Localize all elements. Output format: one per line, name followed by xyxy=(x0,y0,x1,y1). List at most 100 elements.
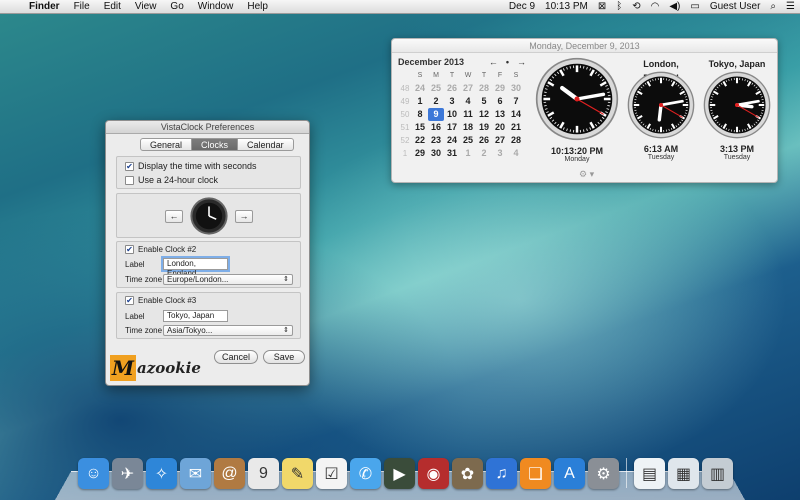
safari-icon[interactable]: ✧ xyxy=(146,458,177,489)
finder-icon[interactable]: ☺ xyxy=(78,458,109,489)
calendar-day[interactable]: 10 xyxy=(444,108,460,121)
clock-menu-icon[interactable]: ⊠ xyxy=(593,1,611,12)
calendar-day-other-month[interactable]: 27 xyxy=(460,82,476,95)
downloads-icon[interactable]: ▦ xyxy=(668,458,699,489)
facetime-icon[interactable]: ▶ xyxy=(384,458,415,489)
calendar-day-today[interactable]: 9 xyxy=(428,108,444,121)
calendar-day[interactable]: 17 xyxy=(444,121,460,134)
calendar-day[interactable]: 15 xyxy=(412,121,428,134)
calendar-day-other-month[interactable]: 25 xyxy=(428,82,444,95)
previous-style-button[interactable]: ← xyxy=(165,210,183,223)
calendar-day[interactable]: 8 xyxy=(412,108,428,121)
calendar-day[interactable]: 27 xyxy=(492,134,508,147)
calendar-day[interactable]: 24 xyxy=(444,134,460,147)
enable-clock-3-option[interactable]: ✔ Enable Clock #3 xyxy=(125,296,196,305)
enable-clock-2-option[interactable]: ✔ Enable Clock #2 xyxy=(125,245,196,254)
iphoto-icon[interactable]: ✿ xyxy=(452,458,483,489)
calendar-day[interactable]: 18 xyxy=(460,121,476,134)
calendar-icon[interactable]: 9 xyxy=(248,458,279,489)
cancel-button[interactable]: Cancel xyxy=(214,350,258,364)
calendar-day-other-month[interactable]: 2 xyxy=(476,147,492,160)
mail-icon[interactable]: ✉ xyxy=(180,458,211,489)
widget-settings-gear-icon[interactable]: ⚙ ▾ xyxy=(579,169,594,180)
notes-icon[interactable]: ✎ xyxy=(282,458,313,489)
notification-center-icon[interactable]: ☰ xyxy=(781,1,800,12)
trash-icon[interactable]: ▥ xyxy=(702,458,733,489)
calendar-day[interactable]: 3 xyxy=(444,95,460,108)
menu-file[interactable]: File xyxy=(67,1,97,12)
photo-booth-icon[interactable]: ◉ xyxy=(418,458,449,489)
volume-icon[interactable]: ◀) xyxy=(664,1,685,12)
menu-edit[interactable]: Edit xyxy=(97,1,128,12)
menu-window[interactable]: Window xyxy=(191,1,241,12)
menu-go[interactable]: Go xyxy=(163,1,190,12)
battery-icon[interactable]: ▭ xyxy=(685,1,704,12)
calendar-day[interactable]: 19 xyxy=(476,121,492,134)
menubar-date[interactable]: Dec 9 xyxy=(504,1,540,12)
calendar-day[interactable]: 4 xyxy=(460,95,476,108)
ibooks-icon[interactable]: ❑ xyxy=(520,458,551,489)
calendar-day-other-month[interactable]: 3 xyxy=(492,147,508,160)
time-machine-icon[interactable]: ⟲ xyxy=(627,1,645,12)
itunes-icon[interactable]: ♫ xyxy=(486,458,517,489)
bluetooth-icon[interactable]: ᛒ xyxy=(611,1,627,12)
next-style-button[interactable]: → xyxy=(235,210,253,223)
menubar-time[interactable]: 10:13 PM xyxy=(540,1,593,12)
calendar-day[interactable]: 26 xyxy=(476,134,492,147)
messages-icon[interactable]: ✆ xyxy=(350,458,381,489)
clock-2-timezone-select[interactable]: Europe/London... ⇕ xyxy=(163,274,293,285)
calendar-day[interactable]: 1 xyxy=(412,95,428,108)
calendar-day-other-month[interactable]: 24 xyxy=(412,82,428,95)
launchpad-icon[interactable]: ✈ xyxy=(112,458,143,489)
calendar-day-other-month[interactable]: 1 xyxy=(460,147,476,160)
use-24h-option[interactable]: Use a 24-hour clock xyxy=(125,175,218,185)
calendar-day[interactable]: 30 xyxy=(428,147,444,160)
calendar-day[interactable]: 6 xyxy=(492,95,508,108)
document-icon[interactable]: ▤ xyxy=(634,458,665,489)
calendar-day[interactable]: 5 xyxy=(476,95,492,108)
contacts-icon[interactable]: @ xyxy=(214,458,245,489)
calendar-day[interactable]: 29 xyxy=(412,147,428,160)
wifi-icon[interactable]: ◠ xyxy=(646,1,665,12)
enable-clock-2-checkbox[interactable]: ✔ xyxy=(125,245,134,254)
calendar-day[interactable]: 20 xyxy=(492,121,508,134)
show-seconds-checkbox[interactable]: ✔ xyxy=(125,161,134,171)
enable-clock-3-checkbox[interactable]: ✔ xyxy=(125,296,134,305)
calendar-prev-button[interactable]: ← xyxy=(489,57,498,67)
calendar-day[interactable]: 25 xyxy=(460,134,476,147)
clock-3-timezone-select[interactable]: Asia/Tokyo... ⇕ xyxy=(163,325,293,336)
menu-help[interactable]: Help xyxy=(240,1,275,12)
calendar-day[interactable]: 23 xyxy=(428,134,444,147)
reminders-icon[interactable]: ☑ xyxy=(316,458,347,489)
menu-view[interactable]: View xyxy=(128,1,164,12)
clock-2-label-field[interactable]: London, England xyxy=(163,258,228,278)
calendar-day[interactable]: 21 xyxy=(508,121,524,134)
calendar-day[interactable]: 7 xyxy=(508,95,524,108)
calendar-day-other-month[interactable]: 28 xyxy=(476,82,492,95)
calendar-day[interactable]: 12 xyxy=(476,108,492,121)
calendar-next-button[interactable]: → xyxy=(517,57,526,67)
calendar-day-other-month[interactable]: 26 xyxy=(444,82,460,95)
use-24h-checkbox[interactable] xyxy=(125,175,134,185)
calendar-day-other-month[interactable]: 30 xyxy=(508,82,524,95)
clock-3-label-field[interactable]: Tokyo, Japan xyxy=(163,310,228,322)
calendar-day[interactable]: 13 xyxy=(492,108,508,121)
calendar-day[interactable]: 14 xyxy=(508,108,524,121)
calendar-day[interactable]: 22 xyxy=(412,134,428,147)
tab-general[interactable]: General xyxy=(140,138,193,151)
app-store-icon[interactable]: A xyxy=(554,458,585,489)
calendar-day[interactable]: 11 xyxy=(460,108,476,121)
show-seconds-option[interactable]: ✔ Display the time with seconds xyxy=(125,161,257,171)
calendar-day[interactable]: 16 xyxy=(428,121,444,134)
calendar-day-other-month[interactable]: 29 xyxy=(492,82,508,95)
spotlight-search-icon[interactable]: ⌕ xyxy=(765,1,781,12)
save-button[interactable]: Save xyxy=(263,350,305,364)
calendar-day-other-month[interactable]: 4 xyxy=(508,147,524,160)
tab-clocks[interactable]: Clocks xyxy=(192,138,239,151)
calendar-day[interactable]: 2 xyxy=(428,95,444,108)
menu-app-finder[interactable]: Finder xyxy=(22,1,67,12)
calendar-day[interactable]: 31 xyxy=(444,147,460,160)
system-preferences-icon[interactable]: ⚙ xyxy=(588,458,619,489)
user-menu[interactable]: Guest User xyxy=(705,1,766,12)
calendar-day[interactable]: 28 xyxy=(508,134,524,147)
